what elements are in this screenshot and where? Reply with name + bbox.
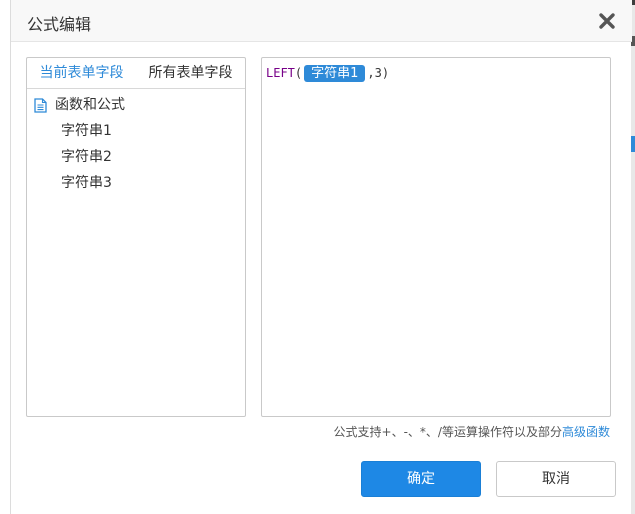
tree-item-string1[interactable]: 字符串1 — [27, 118, 245, 144]
formula-field-token[interactable]: 字符串1 — [304, 64, 366, 82]
tree-root-functions[interactable]: 函数和公式 — [27, 92, 245, 118]
tab-all-form-fields[interactable]: 所有表单字段 — [136, 58, 245, 88]
document-icon — [34, 97, 47, 113]
close-icon[interactable] — [596, 10, 618, 32]
advanced-functions-link[interactable]: 高级函数 — [562, 425, 610, 439]
field-tree: 函数和公式 字符串1 字符串2 字符串3 — [27, 89, 245, 196]
tree-root-label: 函数和公式 — [55, 97, 125, 113]
formula-function-name: LEFT — [266, 66, 295, 80]
formula-hint-text: 公式支持+、-、*、/等运算操作符以及部分 — [333, 425, 562, 439]
dialog-titlebar: 公式编辑 — [11, 0, 632, 42]
formula-open-paren: ( — [294, 66, 303, 80]
formula-argument: ,3) — [367, 66, 390, 80]
field-panel: 当前表单字段 所有表单字段 函数和公式 字符串1 字符串2 字符串3 — [26, 57, 246, 417]
dialog-title: 公式编辑 — [27, 15, 92, 34]
tree-item-string3[interactable]: 字符串3 — [27, 170, 245, 196]
tab-current-form-fields[interactable]: 当前表单字段 — [27, 58, 136, 88]
formula-hint: 公式支持+、-、*、/等运算操作符以及部分高级函数 — [334, 423, 610, 440]
field-tabs: 当前表单字段 所有表单字段 — [27, 58, 245, 89]
formula-editor-dialog: 公式编辑 当前表单字段 所有表单字段 函数和公式 字符串1 字符串2 字符串3 — [10, 0, 632, 514]
confirm-button[interactable]: 确定 — [361, 461, 481, 497]
cancel-button[interactable]: 取消 — [496, 461, 616, 497]
formula-line: LEFT ( 字符串1 ,3) — [266, 64, 606, 82]
background-page-edge — [631, 0, 635, 514]
tree-item-string2[interactable]: 字符串2 — [27, 144, 245, 170]
formula-editor-input[interactable]: LEFT ( 字符串1 ,3) — [261, 57, 611, 417]
